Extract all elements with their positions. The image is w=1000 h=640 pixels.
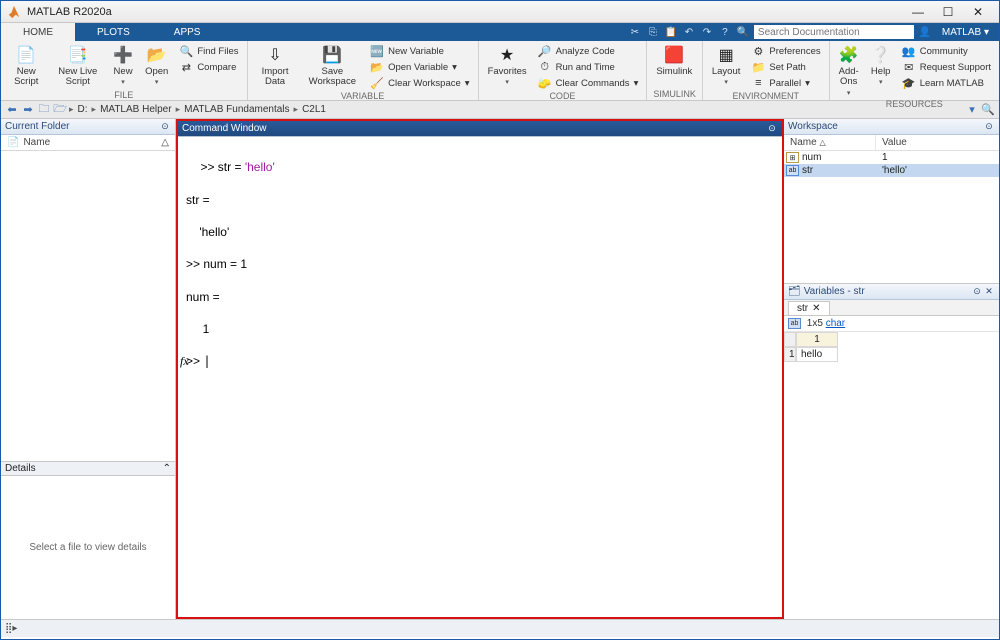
workspace-row-num[interactable]: ⊞num 1 (784, 151, 999, 164)
variables-menu-icon[interactable]: ⊙ (971, 286, 983, 298)
nav-browse-icon[interactable]: 🗁 (53, 103, 67, 117)
user-menu[interactable]: MATLAB ▾ (936, 27, 995, 38)
matlab-logo-icon (7, 5, 21, 19)
details-title: Details (5, 463, 36, 474)
grid-row-1[interactable]: 1 (784, 347, 796, 362)
nav-forward-button[interactable]: ➡ (21, 103, 35, 117)
compare-button[interactable]: ⇄Compare (177, 59, 240, 75)
redo-icon[interactable]: ↷ (700, 25, 714, 39)
tab-home[interactable]: HOME (1, 23, 75, 41)
window-title: MATLAB R2020a (27, 6, 112, 18)
nav-up-icon[interactable]: 🗀 (37, 103, 51, 117)
breadcrumb-1[interactable]: MATLAB Helper (98, 104, 174, 115)
close-button[interactable]: ✕ (963, 2, 993, 22)
analyze-code-button[interactable]: 🔎Analyze Code (536, 43, 641, 59)
command-window-menu-icon[interactable]: ⊙ (766, 123, 778, 135)
search-input[interactable] (754, 25, 914, 39)
preferences-button[interactable]: ⚙Preferences (749, 43, 822, 59)
group-file-label: FILE (7, 90, 241, 101)
double-icon: ⊞ (786, 152, 799, 163)
variable-dims: 1x5 (807, 318, 823, 329)
workspace-col-value[interactable]: Value (876, 135, 913, 150)
paste-icon[interactable]: 📋 (664, 25, 678, 39)
new-script-button[interactable]: 📄New Script (7, 43, 45, 90)
simulink-button[interactable]: 🟥Simulink (653, 43, 695, 79)
import-data-button[interactable]: ⇩Import Data (254, 43, 297, 90)
clear-workspace-button[interactable]: 🧹Clear Workspace ▾ (368, 75, 471, 91)
current-folder-menu-icon[interactable]: ⊙ (159, 121, 171, 133)
breadcrumb-drive[interactable]: D: (76, 104, 90, 115)
undo-icon[interactable]: ↶ (682, 25, 696, 39)
favorites-button[interactable]: ★Favorites▾ (485, 43, 530, 88)
workspace-menu-icon[interactable]: ⊙ (983, 121, 995, 133)
addons-button[interactable]: 🧩Add-Ons▾ (836, 43, 862, 99)
details-empty-text: Select a file to view details (1, 476, 175, 619)
tab-apps[interactable]: APPS (152, 23, 223, 41)
breadcrumb-2[interactable]: MATLAB Fundamentals (182, 104, 291, 115)
new-live-script-button[interactable]: 📑New Live Script (51, 43, 104, 90)
help-button[interactable]: ❔Help▾ (868, 43, 894, 88)
group-resources-label: RESOURCES (836, 99, 993, 110)
tab-close-icon[interactable]: ✕ (812, 303, 820, 314)
maximize-button[interactable]: ☐ (933, 2, 963, 22)
cut-icon[interactable]: ✂ (628, 25, 642, 39)
community-button[interactable]: 👥Community (900, 43, 993, 59)
nav-back-button[interactable]: ⬅ (5, 103, 19, 117)
open-variable-button[interactable]: 📂Open Variable ▾ (368, 59, 471, 75)
request-support-button[interactable]: ✉Request Support (900, 59, 993, 75)
group-environment-label: ENVIRONMENT (709, 91, 823, 102)
command-window-body[interactable]: >> str = 'hello' str = 'hello' >> num = … (178, 137, 782, 617)
breadcrumb-3[interactable]: C2L1 (300, 104, 328, 115)
workspace-col-name[interactable]: Name △ (784, 135, 876, 150)
group-simulink-label: SIMULINK (653, 89, 696, 100)
help-icon[interactable]: ? (718, 25, 732, 39)
command-window-title: Command Window (182, 123, 266, 134)
copy-icon[interactable]: ⎘ (646, 25, 660, 39)
search-icon[interactable]: 🔍 (736, 25, 750, 39)
login-icon[interactable]: 👤 (918, 25, 932, 39)
find-files-button[interactable]: 🔍Find Files (177, 43, 240, 59)
variable-type-link[interactable]: char (826, 318, 845, 329)
learn-matlab-button[interactable]: 🎓Learn MATLAB (900, 75, 993, 91)
group-variable-label: VARIABLE (254, 91, 472, 102)
workspace-row-str[interactable]: abstr 'hello' (784, 164, 999, 177)
current-folder-name-column[interactable]: 📄 Name△ (1, 135, 175, 151)
parallel-button[interactable]: ≡Parallel ▾ (749, 75, 822, 91)
current-folder-title: Current Folder (5, 121, 69, 132)
run-and-time-button[interactable]: ⏱Run and Time (536, 59, 641, 75)
minimize-button[interactable]: — (903, 2, 933, 22)
group-code-label: CODE (485, 91, 641, 102)
clear-commands-button[interactable]: 🧽Clear Commands ▾ (536, 75, 641, 91)
set-path-button[interactable]: 📁Set Path (749, 59, 822, 75)
open-button[interactable]: 📂Open▾ (142, 43, 171, 88)
grid-col-1[interactable]: 1 (796, 332, 838, 347)
variables-icon: 🗂 (788, 286, 801, 297)
variable-tab-str[interactable]: str✕ (788, 301, 830, 315)
new-button[interactable]: ➕New▾ (110, 43, 136, 88)
fx-icon[interactable]: fx (180, 353, 189, 369)
grid-cell-1-1[interactable]: hello (796, 347, 838, 362)
save-workspace-button[interactable]: 💾Save Workspace (303, 43, 363, 90)
char-icon: ab (788, 318, 801, 329)
tab-plots[interactable]: PLOTS (75, 23, 152, 41)
variables-title: Variables - str (804, 286, 865, 297)
new-variable-button[interactable]: 🆕New Variable (368, 43, 471, 59)
status-grip-icon: ⣿▸ (5, 623, 17, 634)
variables-close-icon[interactable]: ✕ (983, 286, 995, 298)
layout-button[interactable]: ▦Layout▾ (709, 43, 744, 88)
grid-corner (784, 332, 796, 347)
workspace-title: Workspace (788, 121, 838, 132)
char-icon: ab (786, 165, 799, 176)
